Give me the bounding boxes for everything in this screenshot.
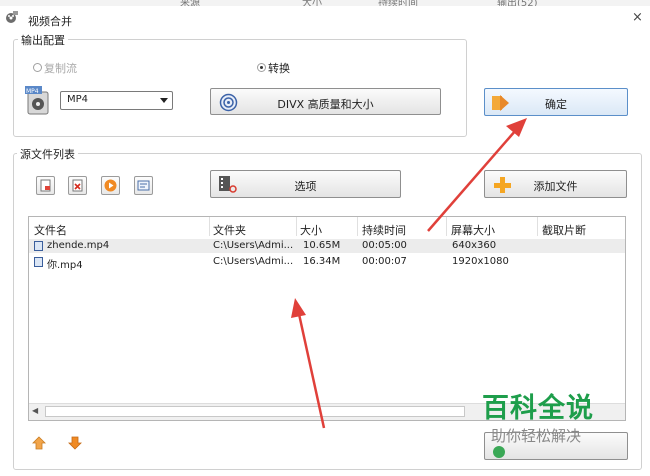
ok-button[interactable]: 确定 xyxy=(484,88,628,116)
format-select-value: MP4 xyxy=(67,94,89,105)
cell-screen-size: 1920x1080 xyxy=(452,256,509,267)
scrollbar-thumb[interactable] xyxy=(45,406,465,417)
cell-filename: zhende.mp4 xyxy=(47,240,110,251)
add-file-button[interactable]: 添加文件 xyxy=(484,170,627,198)
play-button[interactable] xyxy=(101,176,120,195)
radio-copy-stream-label: 复制流 xyxy=(44,62,77,75)
properties-icon xyxy=(137,180,150,191)
column-header-size[interactable]: 大小 xyxy=(300,222,322,238)
cell-duration: 00:00:07 xyxy=(362,256,407,267)
column-header-duration[interactable]: 持续时间 xyxy=(362,222,406,238)
cell-duration: 00:05:00 xyxy=(362,240,407,251)
new-file-icon xyxy=(40,179,51,192)
column-separator xyxy=(209,217,210,236)
film-reel-icon xyxy=(6,11,18,23)
title-bar xyxy=(0,6,650,32)
close-button[interactable]: × xyxy=(632,10,643,25)
green-circle-icon xyxy=(493,446,505,458)
add-file-button-label: 添加文件 xyxy=(533,180,578,193)
mp4-file-icon: MP4 xyxy=(25,86,49,115)
quality-preset-label: DIVX 高质量和大小 xyxy=(277,98,374,111)
watermark-title: 百科全说 xyxy=(482,393,594,424)
options-button-label: 选项 xyxy=(294,180,317,193)
column-header-screen-size[interactable]: 屏幕大小 xyxy=(451,222,495,238)
watermark-subtitle: 助你轻松解决 xyxy=(491,427,582,445)
quality-preset-button[interactable]: DIVX 高质量和大小 xyxy=(210,88,441,115)
column-header-clip[interactable]: 截取片断 xyxy=(542,222,586,238)
radio-convert-label: 转换 xyxy=(268,62,290,75)
column-separator xyxy=(537,217,538,236)
chevron-down-icon xyxy=(160,98,168,103)
cell-folder: C:\Users\Admi... xyxy=(213,256,294,267)
column-separator xyxy=(446,217,447,236)
move-up-icon[interactable] xyxy=(32,436,46,450)
window-title: 视频合并 xyxy=(28,15,72,28)
new-list-button[interactable] xyxy=(36,176,55,195)
cell-filename: 你.mp4 xyxy=(47,260,83,271)
cell-size: 10.65M xyxy=(303,240,341,251)
column-header-filename[interactable]: 文件名 xyxy=(34,222,67,238)
video-file-icon xyxy=(34,241,43,251)
format-select[interactable]: MP4 xyxy=(60,91,173,110)
options-button[interactable]: 选项 xyxy=(210,170,401,198)
column-separator xyxy=(296,217,297,236)
scroll-left-arrow[interactable]: ◀ xyxy=(32,406,38,415)
remove-file-icon xyxy=(72,179,83,192)
radio-copy-stream[interactable] xyxy=(33,63,42,72)
table-row[interactable]: 你.mp4 C:\Users\Admi... 16.34M 00:00:07 1… xyxy=(29,255,625,271)
properties-button[interactable] xyxy=(134,176,153,195)
move-down-icon[interactable] xyxy=(68,436,82,450)
ok-button-label: 确定 xyxy=(545,98,567,111)
cell-folder: C:\Users\Admi... xyxy=(213,240,294,251)
source-list-title: 源文件列表 xyxy=(17,146,78,162)
video-file-icon xyxy=(34,257,43,267)
play-icon xyxy=(104,179,117,192)
radio-convert[interactable] xyxy=(257,63,266,72)
cell-screen-size: 640x360 xyxy=(452,240,497,251)
mp4-icon-text: MP4 xyxy=(26,88,39,95)
table-row[interactable]: zhende.mp4 C:\Users\Admi... 10.65M 00:05… xyxy=(29,239,625,253)
cell-size: 16.34M xyxy=(303,256,341,267)
remove-file-button[interactable] xyxy=(68,176,87,195)
output-config-title: 输出配置 xyxy=(18,32,68,48)
column-separator xyxy=(357,217,358,236)
column-header-folder[interactable]: 文件夹 xyxy=(213,222,246,238)
